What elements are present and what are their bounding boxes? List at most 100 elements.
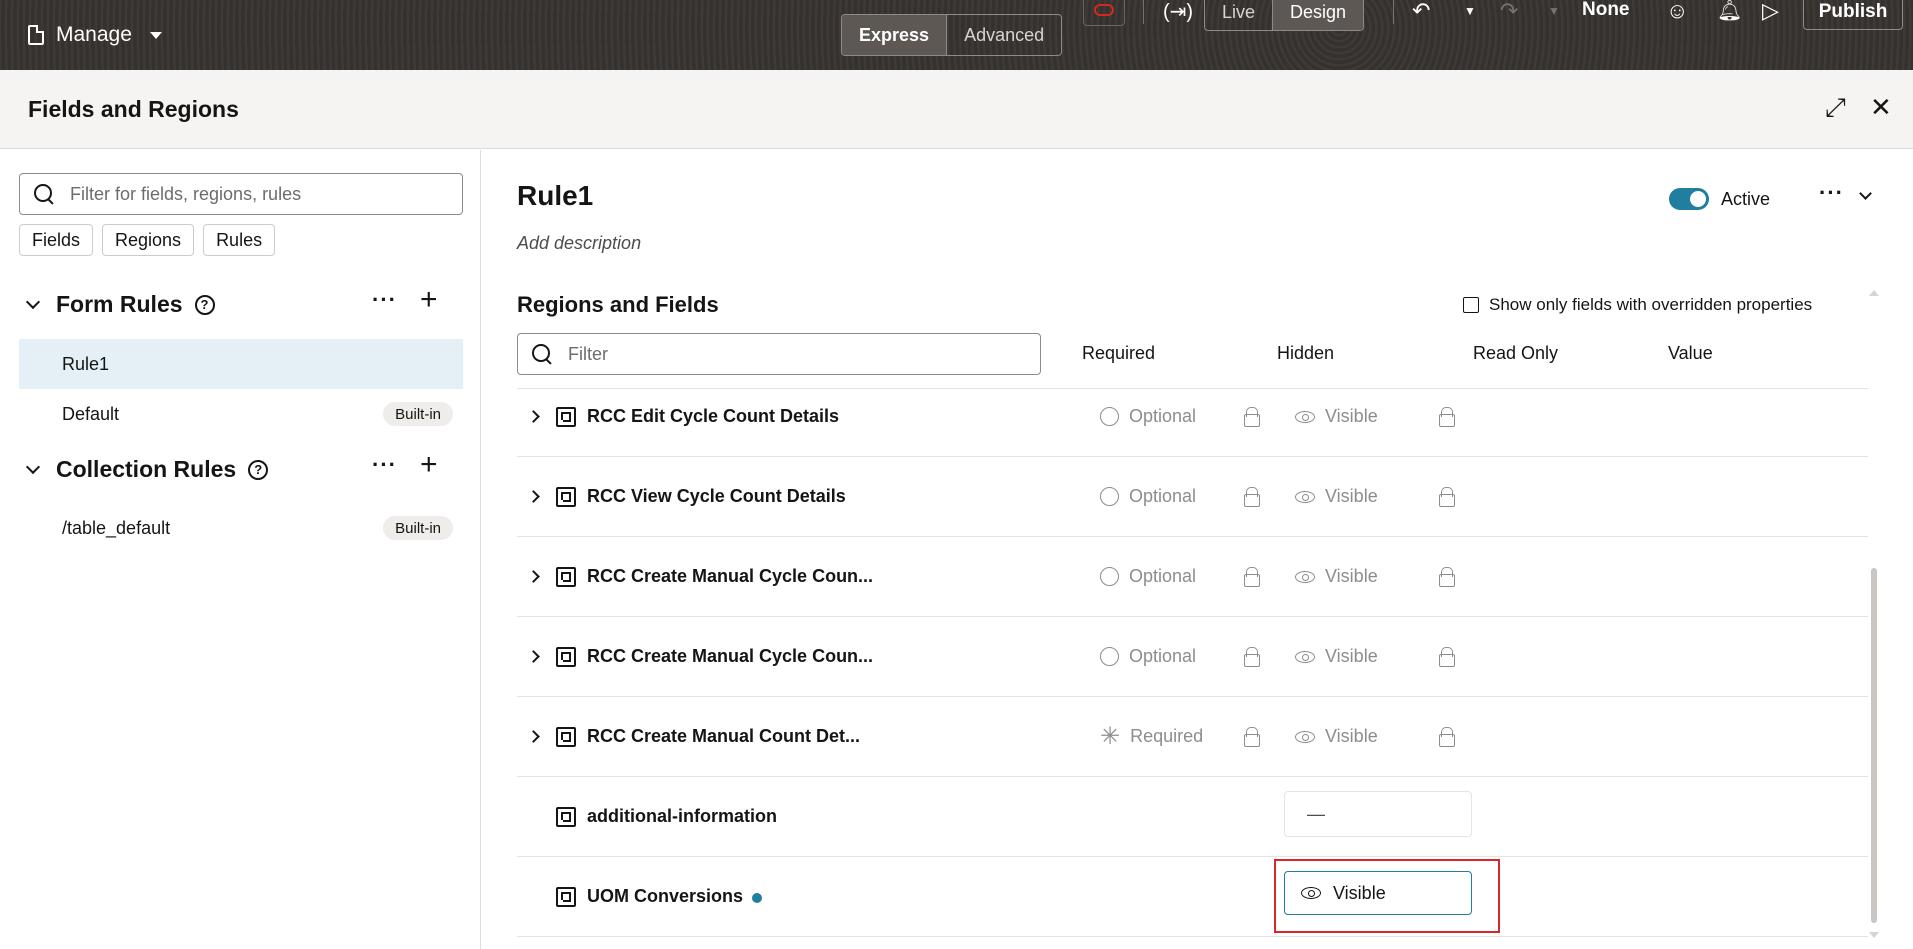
hidden-toggle[interactable]: Visible	[1295, 566, 1378, 587]
required-toggle[interactable]: ✳ Required	[1100, 722, 1203, 750]
rule-item-rule1[interactable]: Rule1	[19, 339, 463, 389]
regions-filter-input[interactable]: Filter	[517, 333, 1041, 375]
rule-label: Rule1	[62, 353, 110, 374]
mode-express-button[interactable]: Express	[842, 15, 948, 55]
more-options-icon[interactable]: ···	[1819, 180, 1844, 206]
chevron-right-icon[interactable]	[527, 490, 540, 503]
more-options-icon[interactable]: ···	[372, 452, 397, 478]
optional-circle-icon	[1100, 647, 1119, 666]
expand-icon[interactable]: ⤢	[1825, 92, 1846, 124]
expression-icon[interactable]: (⇥)	[1163, 0, 1193, 24]
built-in-badge: Built-in	[383, 402, 453, 426]
chevron-right-icon[interactable]	[527, 650, 540, 663]
required-value: Optional	[1129, 486, 1197, 506]
list-item[interactable]: UOM Conversions Visible	[517, 857, 1868, 937]
list-item[interactable]: additional-information —	[517, 777, 1868, 857]
region-icon	[556, 407, 576, 427]
chevron-down-icon[interactable]	[1859, 187, 1872, 200]
required-toggle[interactable]: Optional	[1100, 646, 1196, 667]
chevron-down-icon	[25, 459, 41, 474]
oracle-logo-button[interactable]	[1083, 0, 1125, 26]
form-rules-header[interactable]: Form Rules ?	[25, 291, 215, 318]
hidden-value-box[interactable]: —	[1284, 791, 1472, 837]
bell-icon[interactable]: 🔔︎	[1717, 0, 1742, 23]
required-value: Optional	[1129, 646, 1197, 666]
scroll-down-arrow-icon[interactable]	[1869, 932, 1879, 938]
rules-panel: Filter for fields, regions, rules Fields…	[0, 150, 481, 949]
optional-circle-icon	[1100, 407, 1119, 426]
rule-item-table-default[interactable]: /table_default Built-in	[19, 503, 463, 553]
mode-advanced-button[interactable]: Advanced	[947, 15, 1061, 55]
chevron-right-icon[interactable]	[527, 730, 540, 743]
divider	[1393, 0, 1394, 24]
optional-circle-icon	[1100, 567, 1119, 586]
override-filter-checkbox[interactable]: Show only fields with overridden propert…	[1463, 295, 1812, 315]
drawer-header: Fields and Regions ⤢ ✕	[0, 70, 1913, 149]
field-icon	[556, 887, 576, 907]
hidden-toggle[interactable]: Visible	[1295, 406, 1378, 427]
column-header-read-only: Read Only	[1473, 343, 1559, 363]
required-toggle[interactable]: Optional	[1100, 486, 1196, 507]
mode-switch: Express Advanced	[841, 14, 1063, 56]
divider	[1143, 0, 1144, 24]
lock-icon	[1244, 487, 1260, 507]
regions-fields-list: RCC Edit Cycle Count Details Optional Vi…	[517, 388, 1868, 948]
chip-rules[interactable]: Rules	[203, 224, 276, 256]
list-item[interactable]: RCC View Cycle Count Details Optional Vi…	[517, 457, 1868, 537]
column-header-required: Required	[1082, 343, 1156, 363]
top-toolbar: Manage Express Advanced (⇥) Live Design …	[0, 0, 1913, 70]
undo-menu-caret-icon[interactable]: ▼	[1464, 4, 1476, 18]
oracle-logo-icon	[1094, 4, 1114, 16]
more-options-icon[interactable]: ···	[372, 287, 397, 313]
chevron-right-icon[interactable]	[527, 570, 540, 583]
hidden-toggle[interactable]: Visible	[1295, 726, 1378, 747]
eye-icon	[1295, 490, 1315, 503]
active-toggle[interactable]	[1669, 188, 1709, 210]
help-icon[interactable]: ?	[248, 459, 269, 480]
asterisk-icon: ✳	[1100, 722, 1121, 750]
smiley-icon[interactable]: ☺	[1666, 0, 1688, 24]
view-design-button[interactable]: Design	[1272, 0, 1364, 30]
list-item[interactable]: RCC Create Manual Count Det... ✳ Required…	[517, 697, 1868, 777]
hidden-value: Visible	[1325, 646, 1378, 666]
collection-rules-title: Collection Rules	[56, 456, 237, 482]
rule-item-default[interactable]: Default Built-in	[19, 389, 463, 439]
play-icon[interactable]: ▷	[1762, 0, 1779, 24]
collection-rules-header[interactable]: Collection Rules ?	[25, 456, 269, 483]
list-item[interactable]: RCC Edit Cycle Count Details Optional Vi…	[517, 389, 1868, 457]
undo-icon[interactable]: ↶	[1412, 0, 1430, 24]
add-icon[interactable]: +	[420, 283, 438, 317]
rules-search-input[interactable]: Filter for fields, regions, rules	[19, 173, 463, 215]
lock-icon	[1244, 407, 1260, 427]
field-name: UOM Conversions	[587, 886, 744, 906]
sandbox-label[interactable]: None	[1582, 0, 1630, 21]
chip-regions[interactable]: Regions	[102, 224, 195, 256]
view-switch: Live Design	[1204, 0, 1365, 31]
hidden-toggle[interactable]: Visible	[1295, 486, 1378, 507]
required-toggle[interactable]: Optional	[1100, 406, 1196, 427]
column-header-hidden: Hidden	[1277, 343, 1335, 363]
scrollbar[interactable]	[1871, 568, 1877, 923]
close-icon[interactable]: ✕	[1870, 92, 1892, 123]
list-item[interactable]: RCC Create Manual Cycle Coun... Optional…	[517, 537, 1868, 617]
publish-button[interactable]: Publish	[1803, 0, 1903, 30]
hidden-toggle[interactable]: Visible	[1295, 646, 1378, 667]
scroll-up-arrow-icon[interactable]	[1869, 290, 1879, 296]
help-icon[interactable]: ?	[194, 294, 215, 315]
chevron-right-icon[interactable]	[527, 410, 540, 423]
add-description-field[interactable]: Add description	[517, 233, 641, 254]
list-item[interactable]: RCC Create Manual Cycle Coun... Optional…	[517, 617, 1868, 697]
rule-title[interactable]: Rule1	[517, 180, 593, 212]
rule-label: Default	[62, 403, 120, 424]
checkbox-icon[interactable]	[1463, 297, 1479, 313]
region-icon	[556, 647, 576, 667]
manage-menu[interactable]: Manage	[28, 20, 162, 50]
hidden-value: Visible	[1325, 486, 1378, 506]
region-icon	[556, 487, 576, 507]
view-live-button[interactable]: Live	[1205, 0, 1272, 30]
form-rules-title: Form Rules	[56, 291, 183, 317]
add-icon[interactable]: +	[420, 448, 438, 482]
required-toggle[interactable]: Optional	[1100, 566, 1196, 587]
chip-fields[interactable]: Fields	[19, 224, 94, 256]
regions-fields-title: Regions and Fields	[517, 292, 719, 317]
